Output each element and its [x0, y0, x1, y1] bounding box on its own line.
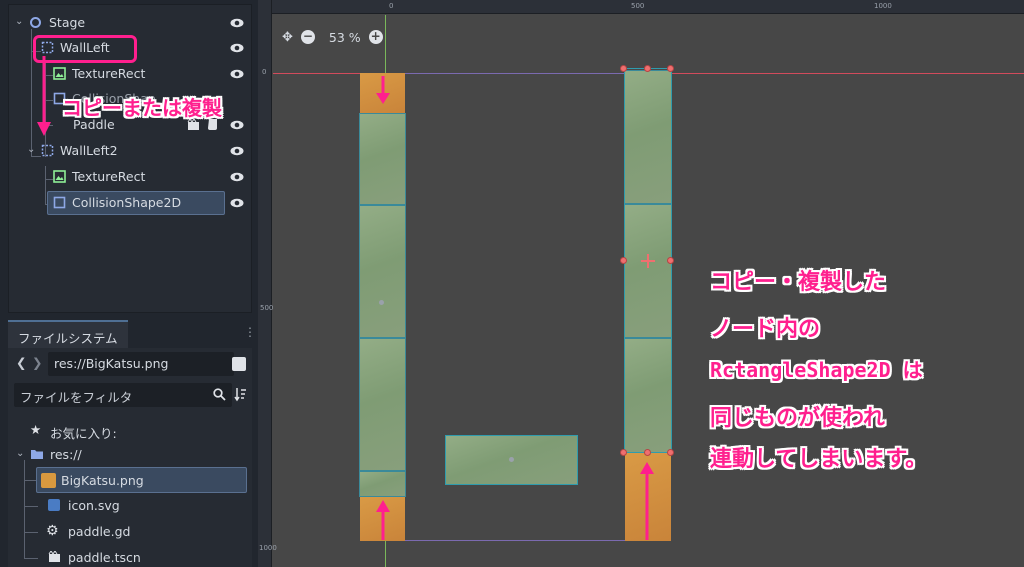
folder-icon — [31, 450, 43, 459]
visibility-eye-icon[interactable] — [229, 117, 245, 133]
search-icon — [213, 388, 226, 401]
chevron-down-icon[interactable]: ⌄ — [16, 448, 26, 459]
canvas-viewport[interactable]: 0 500 1000 0 500 1000 ✥ − 53 % + コピー・複製し… — [258, 0, 1024, 567]
favorites-item[interactable]: ★ お気に入り: — [8, 418, 248, 444]
visibility-eye-icon[interactable] — [229, 40, 245, 56]
left-dock: ⌄ Stage WallLeft TextureRect CollisionSh… — [0, 0, 258, 567]
ruler-vertical: 0 500 1000 — [258, 0, 277, 567]
tree-item-label: WallLeft2 — [60, 143, 118, 158]
ruler-tick-label: 1000 — [874, 2, 892, 10]
zoom-in-button[interactable]: + — [368, 30, 383, 44]
favorites-label: お気に入り: — [50, 426, 117, 441]
ruler-tick-label: 0 — [262, 68, 267, 76]
ruler-horizontal: 0 500 1000 — [258, 0, 1024, 14]
annotation-arrow-down — [376, 76, 390, 104]
annotation-line: 連動してしまいます。 — [710, 447, 928, 472]
visibility-eye-icon[interactable] — [229, 195, 245, 211]
zoom-level[interactable]: 53 % — [329, 30, 361, 45]
center-view-icon[interactable]: ✥ — [282, 30, 293, 45]
annotation-down-arrow — [37, 56, 51, 136]
resize-handle[interactable] — [667, 65, 674, 72]
file-label: icon.svg — [68, 498, 120, 513]
filesystem-panel: ❮ ❯ res://BigKatsu.png ファイルをフィルタ ★ お気に入り… — [8, 348, 252, 567]
file-item-bigkatsu[interactable]: BigKatsu.png — [36, 467, 247, 493]
scene-file-icon — [48, 551, 60, 562]
node2d-circle-icon — [30, 17, 41, 28]
image-file-icon — [41, 473, 56, 488]
visibility-eye-icon[interactable] — [229, 66, 245, 82]
scene-tree-panel: ⌄ Stage WallLeft TextureRect CollisionSh… — [8, 4, 252, 313]
staticbody-icon — [41, 144, 54, 157]
resize-handle[interactable] — [667, 449, 674, 456]
resize-handle[interactable] — [620, 65, 627, 72]
star-icon: ★ — [30, 422, 42, 437]
filter-placeholder: ファイルをフィルタ — [20, 390, 133, 405]
tree-item-label: TextureRect — [72, 66, 146, 81]
wall-left-tile — [359, 113, 406, 205]
file-filter-input[interactable]: ファイルをフィルタ — [14, 383, 232, 407]
gear-icon: ⚙ — [46, 523, 59, 539]
visibility-eye-icon[interactable] — [229, 15, 245, 31]
folder-label: res:// — [50, 447, 82, 462]
texturerect-icon — [53, 67, 66, 80]
resize-handle[interactable] — [644, 449, 651, 456]
pivot-cross-icon[interactable] — [641, 254, 655, 268]
file-item-icon-svg[interactable]: icon.svg — [8, 493, 248, 519]
zoom-out-button[interactable]: − — [300, 30, 315, 44]
file-label: BigKatsu.png — [61, 473, 144, 488]
forward-arrow-icon[interactable]: ❯ — [32, 355, 42, 370]
file-item-paddle-tscn[interactable]: paddle.tscn — [8, 545, 248, 567]
annotation-copy-note: コピーまたは複製 — [62, 96, 222, 120]
resize-handle[interactable] — [667, 257, 674, 264]
file-label: paddle.gd — [68, 524, 131, 539]
file-item-paddle-gd[interactable]: ⚙ paddle.gd — [8, 519, 248, 545]
more-options-icon[interactable]: ⋮ — [244, 325, 256, 339]
tab-label: ファイルシステム — [18, 331, 118, 346]
visibility-eye-icon[interactable] — [229, 143, 245, 159]
ruler-tick-label: 1000 — [259, 544, 277, 552]
tree-item-collisionshape2d[interactable]: CollisionShape2D — [9, 191, 251, 215]
split-view-icon[interactable] — [232, 357, 246, 371]
sort-icon[interactable] — [234, 387, 247, 402]
wall-left-tile — [359, 205, 406, 338]
annotation-line: RctangleShape2D は — [710, 358, 923, 382]
tree-item-label: CollisionShape2D — [72, 195, 182, 210]
tree-item-stage[interactable]: ⌄ Stage — [9, 11, 251, 35]
texturerect-icon — [53, 170, 66, 183]
tree-item-wallleft2[interactable]: ⌄ WallLeft2 — [9, 139, 251, 163]
ruler-tick-label: 500 — [260, 304, 274, 312]
tree-item-texturerect-2[interactable]: TextureRect — [9, 165, 251, 189]
annotation-arrow-up — [640, 462, 654, 540]
file-label: paddle.tscn — [68, 550, 141, 565]
tab-filesystem[interactable]: ファイルシステム — [8, 320, 128, 348]
resize-handle[interactable] — [644, 65, 651, 72]
annotation-arrow-up — [376, 500, 390, 540]
zoom-controls: ✥ − 53 % + — [282, 27, 383, 47]
chevron-down-icon[interactable]: ⌄ — [27, 144, 37, 155]
chevron-down-icon[interactable]: ⌄ — [15, 16, 25, 27]
path-input[interactable]: res://BigKatsu.png — [48, 352, 234, 376]
wall-left-pivot — [379, 300, 384, 305]
collisionshape-icon — [53, 196, 66, 209]
svg-file-icon — [48, 499, 60, 511]
path-value: res://BigKatsu.png — [54, 356, 169, 371]
annotation-line: コピー・複製した — [710, 270, 887, 295]
back-arrow-icon[interactable]: ❮ — [16, 355, 26, 370]
folder-item-res[interactable]: ⌄ res:// — [8, 442, 248, 468]
ruler-tick-label: 500 — [631, 2, 645, 10]
annotation-line: 同じものが使われ — [710, 406, 885, 431]
paddle-pivot — [509, 457, 514, 462]
wall-left-tile — [359, 338, 406, 471]
ruler-tick-label: 0 — [389, 2, 394, 10]
annotation-line: ノード内の — [710, 317, 821, 342]
tree-item-label: Stage — [49, 15, 86, 30]
resize-handle[interactable] — [620, 257, 627, 264]
resize-handle[interactable] — [620, 449, 627, 456]
wall-left-tile — [359, 471, 406, 497]
tree-item-label: TextureRect — [72, 169, 146, 184]
visibility-eye-icon[interactable] — [229, 169, 245, 185]
